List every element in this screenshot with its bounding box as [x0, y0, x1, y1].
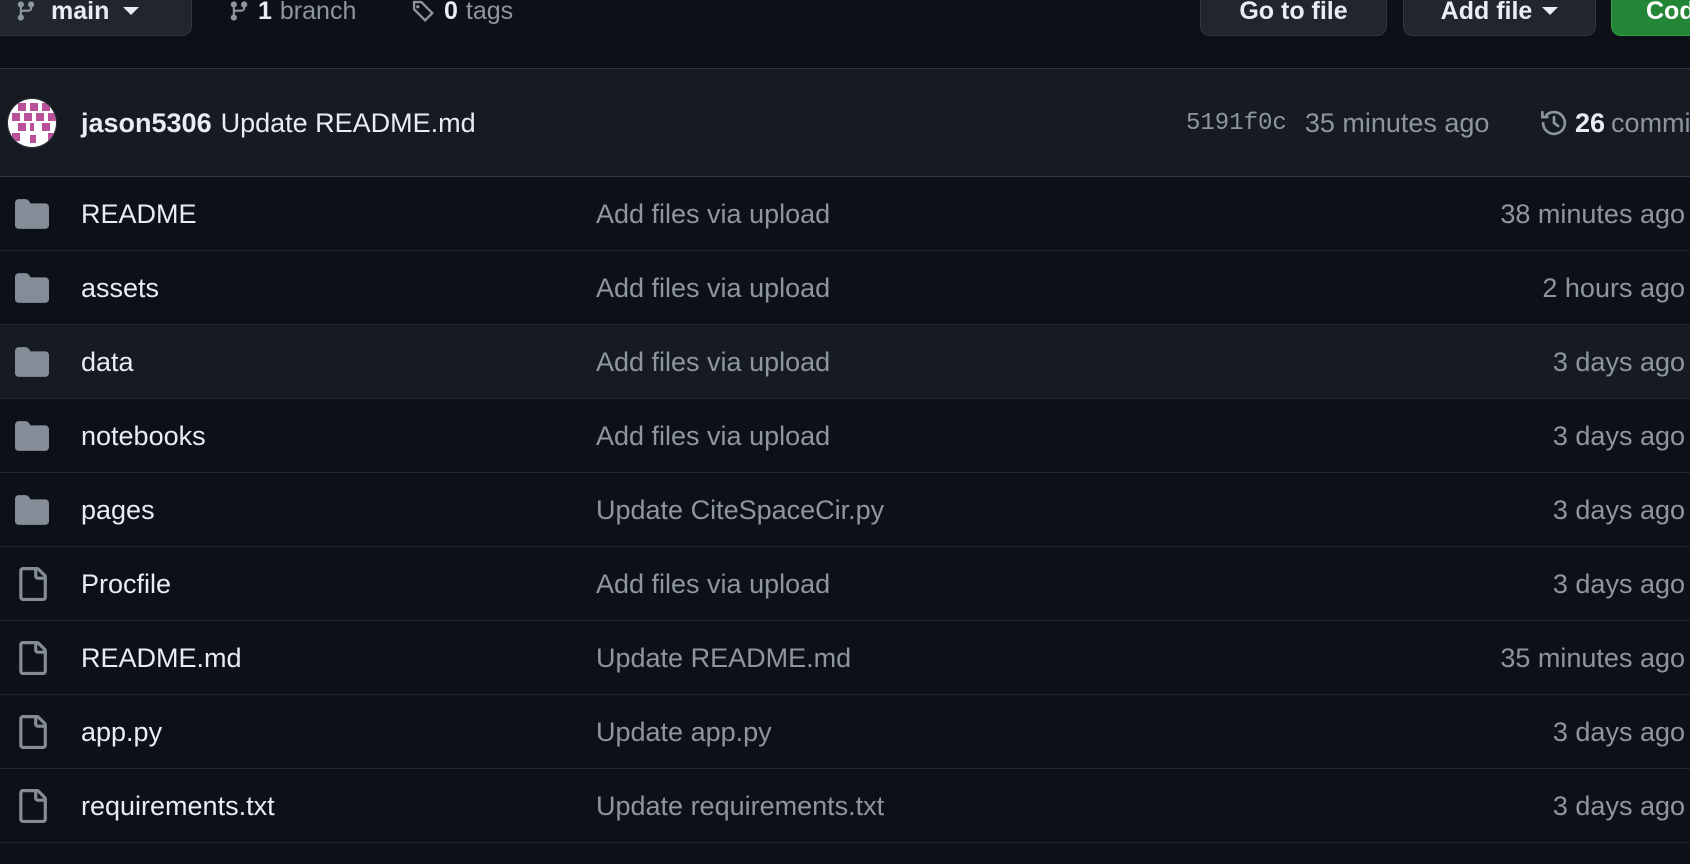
file-commit-age: 3 days ago [1552, 791, 1685, 821]
file-name-link[interactable]: README [81, 177, 197, 251]
file-row-procfile[interactable]: Procfile Add files via upload 3 days ago [0, 547, 1690, 621]
branches-link[interactable]: 1 branch [228, 0, 356, 36]
file-row-assets[interactable]: assets Add files via upload 2 hours ago [0, 251, 1690, 325]
file-icon [15, 789, 49, 823]
commit-text[interactable]: Update README.md [221, 108, 476, 139]
file-list-box: jason5306 Update README.md 5191f0c 35 mi… [0, 68, 1690, 864]
file-name-link[interactable]: app.py [81, 695, 162, 769]
code-button[interactable]: Code [1611, 0, 1690, 36]
file-row-data[interactable]: data Add files via upload 3 days ago [0, 325, 1690, 399]
go-to-file-button[interactable]: Go to file [1200, 0, 1387, 36]
folder-icon [15, 197, 49, 231]
file-name-link[interactable]: data [81, 325, 134, 399]
file-name-link[interactable]: README.md [81, 621, 242, 695]
commit-message: jason5306 Update README.md [81, 69, 476, 177]
file-row-readme-md[interactable]: README.md Update README.md 35 minutes ago [0, 621, 1690, 695]
file-commit-message[interactable]: Update requirements.txt [596, 769, 884, 843]
chevron-down-icon [1542, 7, 1559, 15]
file-commit-message[interactable]: Add files via upload [596, 325, 830, 399]
file-commit-message[interactable]: Add files via upload [596, 399, 830, 473]
file-row-requirements-txt[interactable]: requirements.txt Update requirements.txt 3… [0, 769, 1690, 843]
file-commit-age: 3 days ago [1552, 421, 1685, 451]
commit-count: 26 [1575, 107, 1606, 138]
tag-count: 0 [444, 0, 458, 25]
latest-commit-row: jason5306 Update README.md 5191f0c 35 mi… [0, 69, 1690, 177]
chevron-down-icon [123, 7, 140, 15]
file-list: README Add files via upload 38 minutes ago… [0, 177, 1690, 843]
file-commit-message[interactable]: Update app.py [596, 695, 772, 769]
folder-icon [15, 419, 49, 453]
file-row-readme[interactable]: README Add files via upload 38 minutes ago [0, 177, 1690, 251]
file-commit-message[interactable]: Update CiteSpaceCir.py [596, 473, 884, 547]
folder-icon [15, 493, 49, 527]
file-name-link[interactable]: pages [81, 473, 155, 547]
file-commit-age: 3 days ago [1552, 569, 1685, 599]
file-name-link[interactable]: Procfile [81, 547, 171, 621]
repo-toolbar: main 1 branch 0 tags Go to file Add file… [0, 0, 1690, 36]
file-row-notebooks[interactable]: notebooks Add files via upload 3 days ago [0, 399, 1690, 473]
commit-sha[interactable]: 5191f0c [1186, 110, 1287, 137]
add-file-label: Add file [1440, 0, 1533, 25]
file-icon [15, 567, 49, 601]
file-commit-age: 35 minutes ago [1500, 643, 1685, 673]
file-commit-age: 3 days ago [1552, 347, 1685, 377]
file-name-link[interactable]: notebooks [81, 399, 206, 473]
history-icon [1541, 110, 1567, 136]
file-row-app-py[interactable]: app.py Update app.py 3 days ago [0, 695, 1690, 769]
file-commit-age: 3 days ago [1552, 717, 1685, 747]
commit-history-link[interactable]: 26 commits [1539, 69, 1690, 177]
go-to-file-label: Go to file [1239, 0, 1348, 25]
folder-icon [15, 271, 49, 305]
tag-label: tags [465, 0, 514, 25]
file-commit-age: 3 days ago [1552, 495, 1685, 525]
branch-select-button[interactable]: main [0, 0, 192, 36]
file-commit-message[interactable]: Add files via upload [596, 547, 830, 621]
repository-file-browser: main 1 branch 0 tags Go to file Add file… [0, 0, 1690, 864]
file-commit-message[interactable]: Update README.md [596, 621, 851, 695]
folder-icon [15, 345, 49, 379]
branch-label: branch [279, 0, 357, 25]
avatar[interactable] [8, 99, 56, 147]
tags-link[interactable]: 0 tags [410, 0, 513, 36]
commit-meta: 5191f0c 35 minutes ago [1186, 69, 1489, 177]
commit-time: 35 minutes ago [1304, 107, 1490, 138]
git-branch-icon [17, 1, 35, 21]
branch-name: main [51, 0, 110, 25]
file-name-link[interactable]: requirements.txt [81, 769, 275, 843]
file-commit-message[interactable]: Add files via upload [596, 251, 830, 325]
file-icon [15, 715, 49, 749]
file-commit-age: 38 minutes ago [1500, 199, 1685, 229]
file-commit-age: 2 hours ago [1542, 273, 1685, 303]
file-name-link[interactable]: assets [81, 251, 159, 325]
tag-icon [412, 0, 434, 22]
git-branch-icon [230, 1, 248, 21]
file-commit-message[interactable]: Add files via upload [596, 177, 830, 251]
file-row-pages[interactable]: pages Update CiteSpaceCir.py 3 days ago [0, 473, 1690, 547]
commit-author[interactable]: jason5306 [81, 108, 212, 139]
add-file-button[interactable]: Add file [1403, 0, 1596, 36]
commits-label: commits [1611, 107, 1690, 138]
code-button-label: Code [1646, 0, 1690, 25]
file-icon [15, 641, 49, 675]
branch-count: 1 [258, 0, 272, 25]
